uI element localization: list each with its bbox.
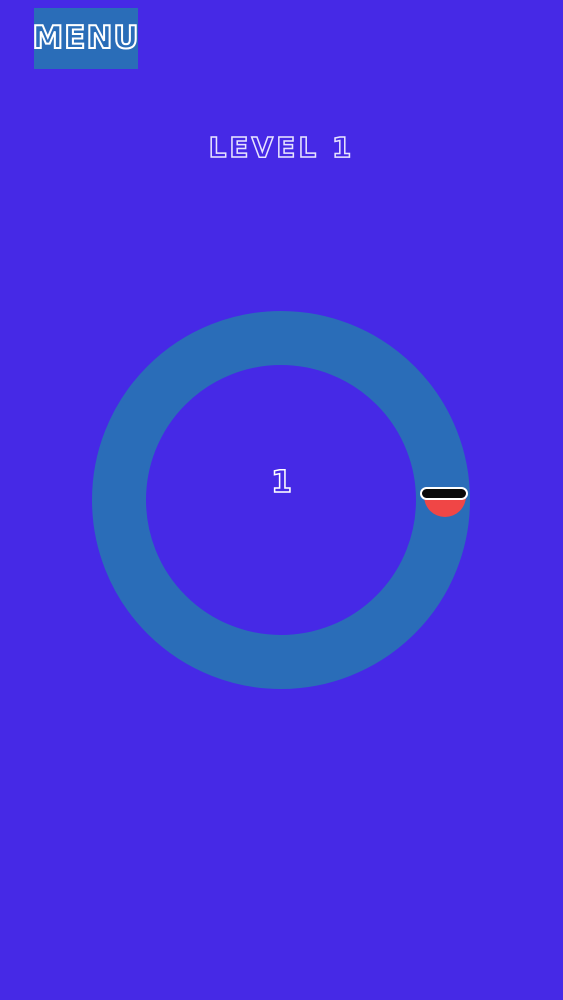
ring-track — [92, 311, 470, 689]
game-area[interactable] — [0, 0, 563, 1000]
tap-counter: 1 — [270, 465, 292, 500]
